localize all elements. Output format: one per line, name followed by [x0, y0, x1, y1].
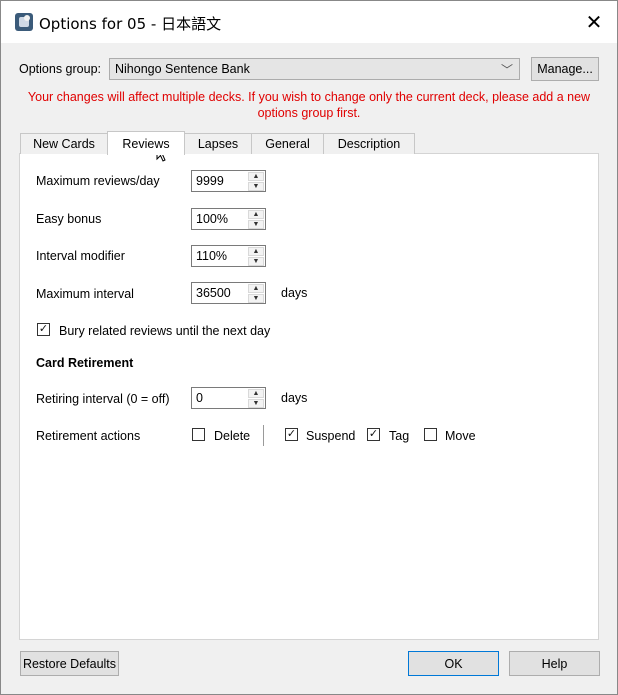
spin-down-icon[interactable]: ▼	[248, 257, 264, 266]
spin-up-icon[interactable]: ▲	[248, 247, 264, 256]
bury-reviews-label: Bury related reviews until the next day	[59, 324, 271, 338]
retire-delete-label: Delete	[214, 429, 251, 443]
spin-down-icon[interactable]: ▼	[248, 182, 264, 191]
check-icon: ✓	[286, 428, 297, 440]
divider	[263, 425, 264, 446]
spin-up-icon[interactable]: ▲	[248, 389, 264, 398]
spin-up-icon[interactable]: ▲	[248, 210, 264, 219]
retiring-interval-label: Retiring interval (0 = off)	[36, 392, 170, 406]
close-icon[interactable]: ✕	[581, 9, 607, 35]
retire-move-label: Move	[445, 429, 476, 443]
retire-delete-checkbox[interactable]	[192, 428, 205, 441]
spin-down-icon[interactable]: ▼	[248, 399, 264, 408]
max-reviews-value: 9999	[196, 174, 224, 188]
check-icon: ✓	[38, 323, 49, 335]
interval-modifier-spinbox[interactable]: 110% ▲ ▼	[191, 245, 266, 267]
chevron-down-icon: ﹀	[500, 63, 513, 77]
anki-app-icon	[15, 13, 33, 31]
max-interval-value: 36500	[196, 286, 231, 300]
options-group-value: Nihongo Sentence Bank	[115, 62, 250, 76]
spin-up-icon[interactable]: ▲	[248, 172, 264, 181]
spin-down-icon[interactable]: ▼	[248, 294, 264, 303]
interval-modifier-label: Interval modifier	[36, 249, 125, 263]
bury-reviews-checkbox[interactable]: ✓	[37, 323, 50, 336]
tab-reviews[interactable]: Reviews	[107, 131, 185, 155]
retirement-actions-label: Retirement actions	[36, 429, 141, 443]
tab-new-cards[interactable]: New Cards	[20, 133, 108, 154]
retire-tag-label: Tag	[389, 429, 410, 443]
easy-bonus-value: 100%	[196, 212, 228, 226]
max-interval-unit: days	[281, 286, 308, 300]
spin-up-icon[interactable]: ▲	[248, 284, 264, 293]
retire-suspend-checkbox[interactable]: ✓	[285, 428, 298, 441]
multi-deck-warning: Your changes will affect multiple decks.…	[27, 90, 591, 120]
interval-modifier-value: 110%	[196, 249, 228, 263]
tab-lapses[interactable]: Lapses	[184, 133, 252, 154]
check-icon: ✓	[368, 428, 379, 440]
manage-button[interactable]: Manage...	[531, 57, 599, 81]
max-reviews-spinbox[interactable]: 9999 ▲ ▼	[191, 170, 266, 192]
ok-button[interactable]: OK	[408, 651, 499, 676]
restore-defaults-button[interactable]: Restore Defaults	[20, 651, 119, 676]
easy-bonus-spinbox[interactable]: 100% ▲ ▼	[191, 208, 266, 230]
tab-description[interactable]: Description	[323, 133, 415, 154]
retiring-interval-unit: days	[281, 391, 308, 405]
spin-down-icon[interactable]: ▼	[248, 220, 264, 229]
help-button[interactable]: Help	[509, 651, 600, 676]
options-dialog: Options for 05 - 日本語文 ✕ Options group: N…	[0, 0, 618, 695]
retire-move-checkbox[interactable]	[424, 428, 437, 441]
max-interval-label: Maximum interval	[36, 287, 134, 301]
retiring-interval-spinbox[interactable]: 0 ▲ ▼	[191, 387, 266, 409]
retire-suspend-label: Suspend	[306, 429, 356, 443]
card-retirement-heading: Card Retirement	[36, 356, 134, 370]
tab-general[interactable]: General	[251, 133, 324, 154]
window-title: Options for 05 - 日本語文	[39, 15, 222, 33]
title-bar: Options for 05 - 日本語文 ✕	[1, 1, 617, 43]
options-group-select[interactable]: Nihongo Sentence Bank ﹀	[109, 58, 520, 80]
max-interval-spinbox[interactable]: 36500 ▲ ▼	[191, 282, 266, 304]
retire-tag-checkbox[interactable]: ✓	[367, 428, 380, 441]
retiring-interval-value: 0	[196, 391, 203, 405]
options-group-label: Options group:	[19, 62, 101, 76]
easy-bonus-label: Easy bonus	[36, 212, 102, 226]
max-reviews-label: Maximum reviews/day	[36, 174, 160, 188]
